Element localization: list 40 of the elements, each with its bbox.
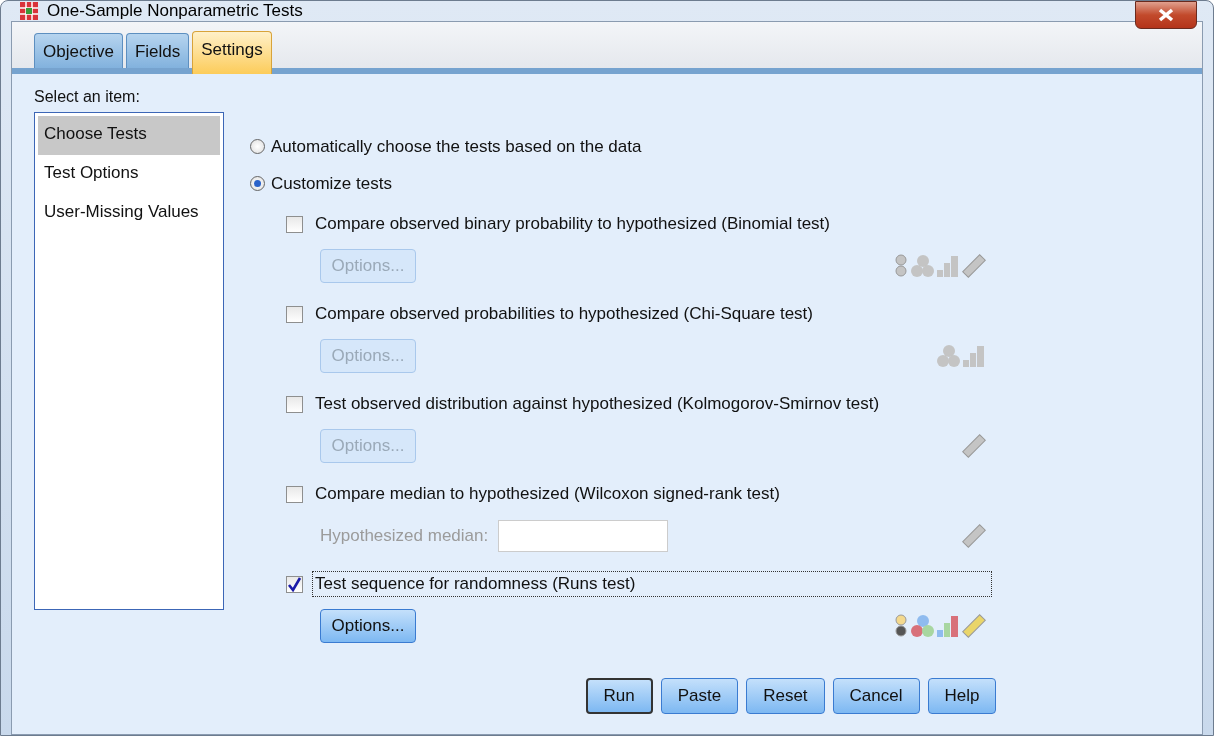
binary-measure-icon [894,254,908,278]
radio-button[interactable] [250,176,265,191]
sidebar-label: Select an item: [34,88,141,106]
checkbox[interactable] [286,305,303,323]
ordinal-measure-icon [962,344,986,368]
list-item[interactable]: User-Missing Values [38,194,220,233]
checkbox[interactable] [286,395,303,413]
checkbox-label: Compare observed binary probability to hypothesized (Binomial test) [314,213,831,235]
checkbox-label: Test observed distribution against hypothesized (Kolmogorov-Smirnov test) [314,393,881,415]
dialog-button[interactable]: Reset [746,678,825,714]
close-icon [1157,8,1175,22]
close-button[interactable] [1135,1,1197,29]
nominal-measure-icon [936,344,960,368]
checkbox[interactable] [286,575,303,593]
tab[interactable]: Objective [34,33,123,68]
checkbox[interactable] [286,485,303,503]
window-title: One-Sample Nonparametric Tests [47,1,303,21]
list-item[interactable]: Test Options [38,155,220,194]
radio-label: Automatically choose the tests based on the data [271,136,642,157]
checkbox[interactable] [286,215,303,233]
options-button[interactable]: Options... [320,609,416,643]
dialog-button[interactable]: Cancel [832,678,920,714]
dialog-button[interactable]: Help [927,678,997,714]
tab[interactable]: Settings [192,31,272,74]
radio-label: Customize tests [271,173,392,194]
ordinal-measure-icon [936,614,960,638]
field-label: Hypothesized median: [320,526,489,546]
checkbox-label: Compare observed probabilities to hypothesized (Chi-Square test) [314,303,814,325]
list-item[interactable]: Choose Tests [38,116,220,155]
app-icon [19,1,39,21]
checkbox-label: Compare median to hypothesized (Wilcoxon signed-rank test) [314,483,781,505]
ordinal-measure-icon [936,254,960,278]
binary-measure-icon [894,614,908,638]
checkbox-label: Test sequence for randomness (Runs test) [312,571,992,597]
dialog-button[interactable]: Paste [660,678,739,714]
dialog-button[interactable]: Run [585,678,653,714]
nominal-measure-icon [910,614,934,638]
nominal-measure-icon [910,254,934,278]
tab[interactable]: Fields [125,33,190,68]
radio-button[interactable] [250,139,265,154]
